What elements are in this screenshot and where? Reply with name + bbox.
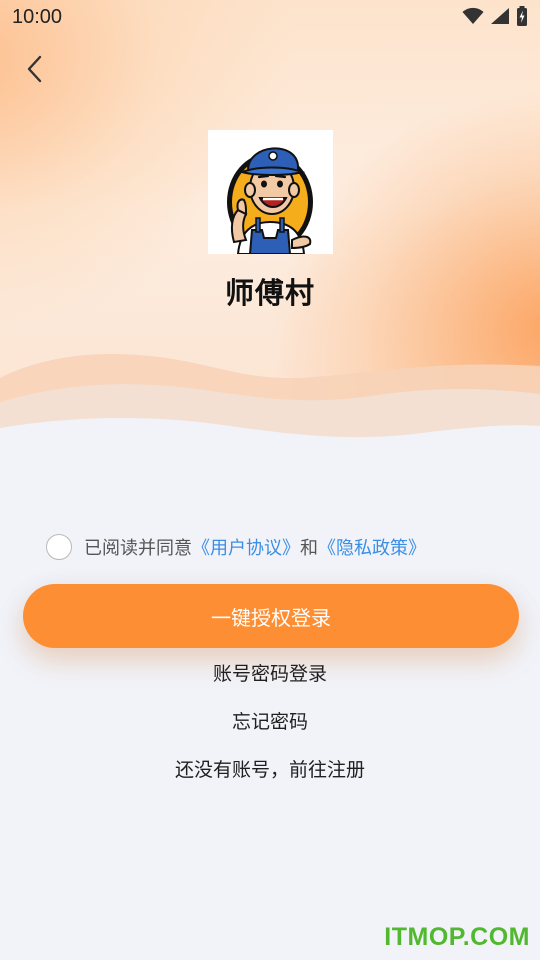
one-click-login-button[interactable]: 一键授权登录 bbox=[23, 584, 519, 648]
chevron-left-icon bbox=[27, 55, 42, 83]
status-bar: 10:00 bbox=[0, 0, 540, 36]
cellular-signal-icon bbox=[491, 8, 509, 24]
wifi-icon bbox=[462, 7, 484, 24]
battery-charging-icon bbox=[517, 6, 527, 26]
forgot-password-link[interactable]: 忘记密码 bbox=[0, 707, 540, 734]
agreement-prefix: 已阅读并同意 bbox=[84, 538, 192, 559]
status-icons bbox=[462, 6, 528, 26]
app-name: 师傅村 bbox=[224, 276, 315, 310]
register-link[interactable]: 还没有账号，前往注册 bbox=[0, 755, 540, 782]
app-logo bbox=[208, 130, 333, 255]
wave-decoration bbox=[0, 354, 540, 470]
login-screen: 10:00 师傅村 已阅读并同意 《用户协议》 和 《隐私政策》 一键授权登录 … bbox=[0, 0, 540, 960]
agreement-checkbox[interactable] bbox=[46, 534, 72, 560]
status-time: 10:00 bbox=[12, 6, 63, 28]
watermark: ITMOP.COM bbox=[384, 923, 530, 951]
privacy-policy-link[interactable]: 《隐私政策》 bbox=[318, 534, 426, 560]
user-agreement-link[interactable]: 《用户协议》 bbox=[192, 534, 300, 560]
account-password-login-link[interactable]: 账号密码登录 bbox=[0, 659, 540, 686]
worker-mascot-logo bbox=[227, 147, 313, 255]
back-button[interactable] bbox=[18, 52, 52, 86]
agreement-row: 已阅读并同意 《用户协议》 和 《隐私政策》 bbox=[46, 533, 426, 561]
agreement-connector: 和 bbox=[300, 538, 318, 559]
